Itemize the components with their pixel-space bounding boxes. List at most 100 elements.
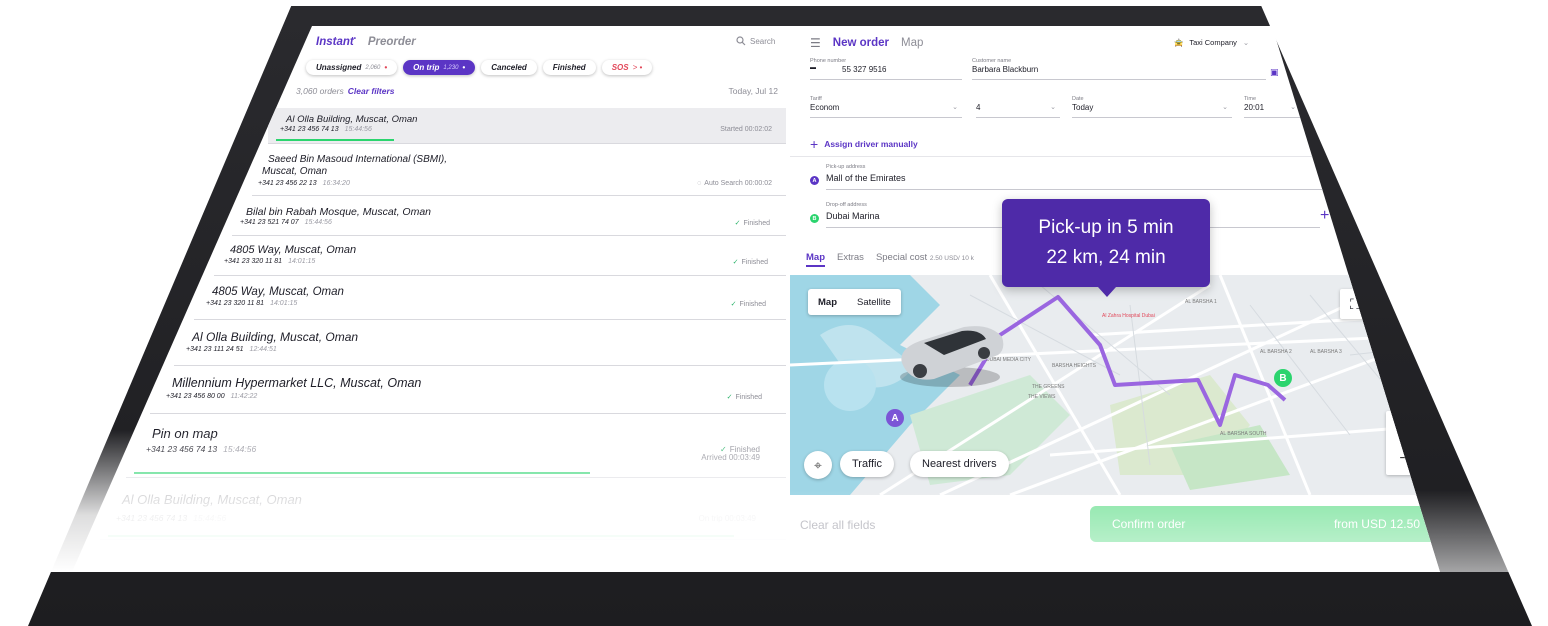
date-value: Today xyxy=(1072,103,1094,112)
add-stop-icon[interactable]: + xyxy=(1320,207,1329,225)
order-address: Al Olla Building, Muscat, Oman xyxy=(122,492,302,507)
assign-driver-button[interactable]: + Assign driver manually xyxy=(810,136,918,152)
phone-field[interactable]: Phone number ▬ 55 327 9516 xyxy=(810,58,962,80)
tab-instant[interactable]: Instant• xyxy=(316,36,356,48)
order-address: Al Olla Building, Muscat, Oman xyxy=(192,330,359,344)
auto-search-icon: ◌ xyxy=(697,180,702,187)
order-row[interactable]: Al Olla Building, Muscat, Oman +341 23 4… xyxy=(100,480,786,540)
new-order-panel: ☰ New order Map 🚖 Taxi Company ⌄ Phone n… xyxy=(790,26,1440,572)
order-arrival-status: Arrived 00:03:49 xyxy=(701,453,760,462)
order-row[interactable]: 4805 Way, Muscat, Oman +341 23 320 11 81… xyxy=(214,236,786,276)
date-select[interactable]: Date Today ⌄ xyxy=(1072,96,1232,118)
contact-card-icon[interactable]: ▣ xyxy=(1270,67,1279,78)
order-time: 15:44:56 xyxy=(304,219,332,226)
clear-filters-link[interactable]: Clear filters xyxy=(348,86,395,96)
order-row[interactable]: Al Olla Building, Muscat, Oman +341 23 4… xyxy=(268,108,786,144)
pickup-address-field[interactable]: Pick-up address Mall of the Emirates xyxy=(826,164,1326,190)
order-address: 4805 Way, Muscat, Oman xyxy=(212,286,344,298)
order-row[interactable]: Millennium Hypermarket LLC, Muscat, Oman… xyxy=(150,366,786,414)
order-phone: +341 23 456 74 13 xyxy=(280,126,339,133)
customer-label: Customer name xyxy=(972,58,1012,64)
pin-b-marker: B xyxy=(1274,369,1292,387)
fullscreen-icon: ⛶ xyxy=(1350,295,1360,312)
tab-preorder[interactable]: Preorder xyxy=(368,36,416,48)
zoom-out-button[interactable]: − xyxy=(1386,443,1422,475)
order-row[interactable]: Saeed Bin Masoud International (SBMI), M… xyxy=(252,146,786,196)
order-status: Finished xyxy=(739,301,766,308)
time-select[interactable]: Time 20:01 ⌄ xyxy=(1244,96,1300,118)
detail-tabs: Map Extras Special cost 2.50 USD/ 10 k xyxy=(806,252,974,267)
nearest-drivers-toggle[interactable]: Nearest drivers xyxy=(910,451,1009,477)
chip-finished[interactable]: Finished xyxy=(542,60,596,75)
tab-map[interactable]: Map xyxy=(901,37,923,49)
check-icon: ✓ xyxy=(734,220,741,227)
check-icon: ✓ xyxy=(732,259,739,266)
chevron-down-icon: ⌄ xyxy=(952,104,958,111)
order-address: 4805 Way, Muscat, Oman xyxy=(230,244,357,256)
order-phone: +341 23 320 11 81 xyxy=(206,300,265,307)
eta-pickup-text: Pick-up in 5 min xyxy=(1038,217,1174,238)
car-icon: 🚖 xyxy=(1174,38,1184,47)
company-selector[interactable]: 🚖 Taxi Company ⌄ xyxy=(1174,38,1249,47)
flag-icon: ▬ xyxy=(810,65,816,71)
pickup-label: Pick-up address xyxy=(826,164,866,170)
order-row[interactable]: 4805 Way, Muscat, Oman +341 23 320 11 81… xyxy=(194,276,786,320)
new-order-header: ☰ New order Map xyxy=(810,36,923,50)
customer-name-field[interactable]: Customer name Barbara Blackburn xyxy=(972,58,1266,80)
zoom-controls: + − xyxy=(1386,411,1422,475)
order-row[interactable]: Bilal bin Rabah Mosque, Muscat, Oman +34… xyxy=(232,196,786,236)
tab-new-order[interactable]: New order xyxy=(833,37,889,49)
order-phone: +341 23 456 80 00 xyxy=(166,393,225,400)
order-progress-bar xyxy=(134,472,590,474)
tab-map-details[interactable]: Map xyxy=(806,252,825,267)
zoom-in-button[interactable]: + xyxy=(1386,411,1422,443)
confirm-order-button[interactable]: Confirm order from USD 12.50 xyxy=(1090,506,1440,542)
phone-value: 55 327 9516 xyxy=(842,65,887,74)
clear-all-fields-button[interactable]: Clear all fields xyxy=(800,518,875,532)
order-status: On trip 00:03:49 xyxy=(698,514,756,523)
order-type-tabs: Instant• Preorder xyxy=(316,36,416,48)
dropoff-pin-icon: B xyxy=(810,214,819,223)
order-row[interactable]: Al Olla Building, Muscat, Oman +341 23 1… xyxy=(174,320,786,366)
fullscreen-button[interactable]: ⛶ xyxy=(1340,289,1370,319)
pickup-pin-icon: A xyxy=(810,176,819,185)
my-location-button[interactable]: ⌖ xyxy=(804,451,832,479)
tab-special-cost[interactable]: Special cost 2.50 USD/ 10 k xyxy=(876,252,974,263)
seats-select[interactable]: 4 ⌄ xyxy=(976,96,1060,118)
chevron-down-icon: ⌄ xyxy=(1050,104,1056,111)
check-icon: ✓ xyxy=(730,301,737,308)
chip-on-trip[interactable]: On trip 1,230 • xyxy=(403,60,476,75)
pin-a-marker: A xyxy=(886,409,904,427)
search-icon xyxy=(736,36,746,46)
assign-driver-label: Assign driver manually xyxy=(824,139,918,149)
dropoff-label: Drop-off address xyxy=(826,202,867,208)
map-view-button[interactable]: Map xyxy=(808,297,847,308)
orders-panel: Instant• Preorder Search Unassigned 2,060… xyxy=(72,26,790,572)
svg-text:AL BARSHA 2: AL BARSHA 2 xyxy=(1260,349,1292,355)
orders-summary-bar: 3,060 orders Clear filters Today, Jul 12 xyxy=(296,86,778,96)
satellite-view-button[interactable]: Satellite xyxy=(847,297,901,308)
menu-icon[interactable]: ☰ xyxy=(810,36,821,50)
order-time: 11:42:22 xyxy=(230,393,258,400)
time-value: 20:01 xyxy=(1244,103,1265,112)
chip-canceled[interactable]: Canceled xyxy=(481,60,537,75)
search-label: Search xyxy=(750,36,776,46)
divider xyxy=(790,156,1350,157)
order-phone: +341 23 111 24 51 xyxy=(186,346,244,353)
order-phone: +341 23 521 74 07 xyxy=(240,219,299,226)
tariff-select[interactable]: Tariff Econom ⌄ xyxy=(810,96,962,118)
check-icon: ✓ xyxy=(726,394,733,401)
search-button[interactable]: Search xyxy=(736,36,775,46)
customer-value: Barbara Blackburn xyxy=(972,65,1039,74)
chip-sos[interactable]: SOS > • xyxy=(601,60,653,75)
eta-tooltip: Pick-up in 5 min 22 km, 24 min xyxy=(1002,199,1210,297)
chip-unassigned[interactable]: Unassigned 2,060 • xyxy=(306,60,398,75)
order-row[interactable]: Pin on map +341 23 456 74 13 15:44:56 ✓ Fi… xyxy=(126,414,786,478)
tab-extras[interactable]: Extras xyxy=(837,252,864,263)
order-progress-bar xyxy=(108,535,734,537)
order-address: Saeed Bin Masoud International (SBMI), xyxy=(268,154,447,165)
seats-value: 4 xyxy=(976,103,981,112)
order-phone: +341 23 456 22 13 xyxy=(258,180,317,187)
traffic-toggle[interactable]: Traffic xyxy=(840,451,894,477)
route-map[interactable]: AL BARSHA 1 AL BARSHA 2 AL BARSHA 3 BARS… xyxy=(790,275,1440,495)
